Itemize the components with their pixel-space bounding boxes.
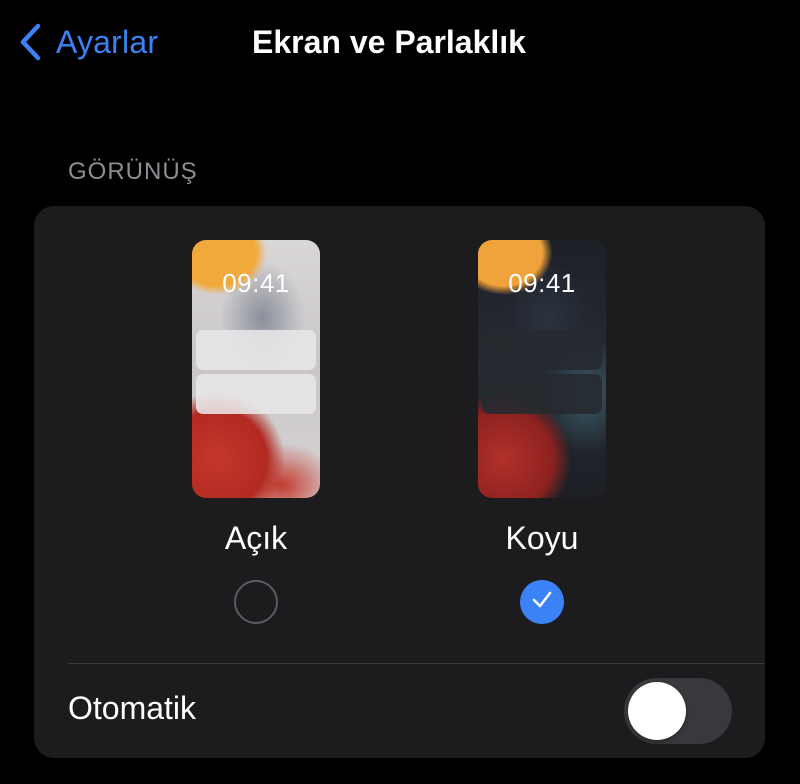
dark-preview-notification (482, 330, 602, 370)
page-title: Ekran ve Parlaklık (252, 24, 526, 60)
light-preview-notification (196, 374, 316, 414)
automatic-toggle[interactable] (624, 678, 732, 744)
appearance-section-header: GÖRÜNÜŞ (68, 158, 198, 185)
dark-preview-time: 09:41 (508, 268, 576, 298)
chevron-left-icon (18, 22, 42, 62)
light-preview-time: 09:41 (222, 268, 290, 298)
back-button-label: Ayarlar (56, 23, 159, 60)
display-brightness-screen: Ayarlar Ekran ve Parlaklık GÖRÜNÜŞ 09:41… (0, 0, 800, 784)
back-button[interactable]: Ayarlar (18, 20, 158, 64)
light-mode-option[interactable]: 09:41 Açık (176, 240, 336, 624)
appearance-card: 09:41 Açık 09:41 Koyu Otomatik (34, 206, 765, 758)
light-preview-notification (196, 330, 316, 370)
light-mode-label: Açık (224, 520, 288, 556)
dark-mode-radio[interactable] (520, 580, 564, 624)
dark-preview-notification (482, 374, 602, 414)
toggle-knob[interactable] (628, 682, 686, 740)
automatic-label: Otomatik (68, 690, 197, 726)
automatic-row: Otomatik (34, 664, 765, 758)
light-mode-radio[interactable] (234, 580, 278, 624)
dark-mode-option[interactable]: 09:41 Koyu (462, 240, 622, 624)
dark-mode-preview[interactable]: 09:41 (478, 240, 606, 498)
checkmark-icon (531, 590, 553, 615)
light-mode-preview[interactable]: 09:41 (192, 240, 320, 498)
dark-mode-label: Koyu (505, 520, 579, 556)
